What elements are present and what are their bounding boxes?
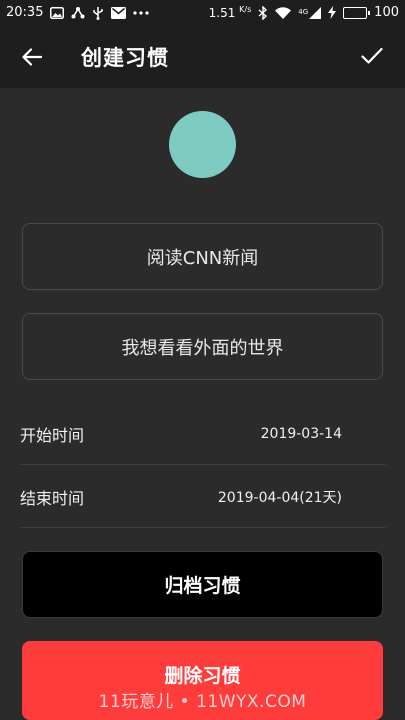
more-icon xyxy=(133,10,150,15)
arrow-left-icon xyxy=(22,47,42,66)
start-date-label: 开始时间 xyxy=(20,425,85,445)
network-speed: 1.51 K/s xyxy=(208,5,252,20)
mail-icon xyxy=(111,6,127,19)
wifi-icon xyxy=(275,6,292,19)
status-bar: 20:35 1.51 K/s 4G 100 xyxy=(0,0,405,25)
end-date-value: 2019-04-04(21天) xyxy=(217,489,342,506)
app-bar: 创建习惯 xyxy=(0,25,405,88)
status-left: 20:35 xyxy=(6,5,150,20)
battery-level: 100 xyxy=(374,5,399,20)
habit-name-text: 阅读CNN新闻 xyxy=(146,247,259,269)
check-icon xyxy=(361,47,383,64)
end-date-label: 结束时间 xyxy=(20,488,85,508)
habit-description-text: 我想看看外面的世界 xyxy=(121,337,284,359)
end-date-row[interactable]: 结束时间 2019-04-04(21天) xyxy=(20,466,386,528)
habit-description-field[interactable]: 我想看看外面的世界 xyxy=(22,313,383,380)
habit-name-field[interactable]: 阅读CNN新闻 xyxy=(22,223,383,290)
back-button[interactable] xyxy=(17,42,47,72)
status-time: 20:35 xyxy=(6,5,44,20)
start-date-row[interactable]: 开始时间 2019-03-14 xyxy=(20,403,386,465)
confirm-button[interactable] xyxy=(357,41,387,71)
archive-habit-button[interactable]: 归档习惯 xyxy=(22,551,383,618)
status-right: 1.51 K/s 4G 100 xyxy=(209,5,399,20)
share-icon xyxy=(71,6,85,19)
charging-icon xyxy=(328,6,337,19)
archive-habit-label: 归档习惯 xyxy=(164,575,241,597)
signal-icon: 4G xyxy=(298,6,322,19)
bluetooth-icon xyxy=(258,5,268,20)
habit-color-picker[interactable] xyxy=(169,111,236,178)
page-title: 创建习惯 xyxy=(81,45,169,70)
battery-icon xyxy=(343,6,371,19)
image-icon xyxy=(50,6,65,19)
watermark: 11玩意儿 • 11WYX.COM xyxy=(98,692,307,712)
usb-icon xyxy=(92,6,104,20)
delete-habit-label: 删除习惯 xyxy=(164,665,241,687)
start-date-value: 2019-03-14 xyxy=(260,425,342,442)
